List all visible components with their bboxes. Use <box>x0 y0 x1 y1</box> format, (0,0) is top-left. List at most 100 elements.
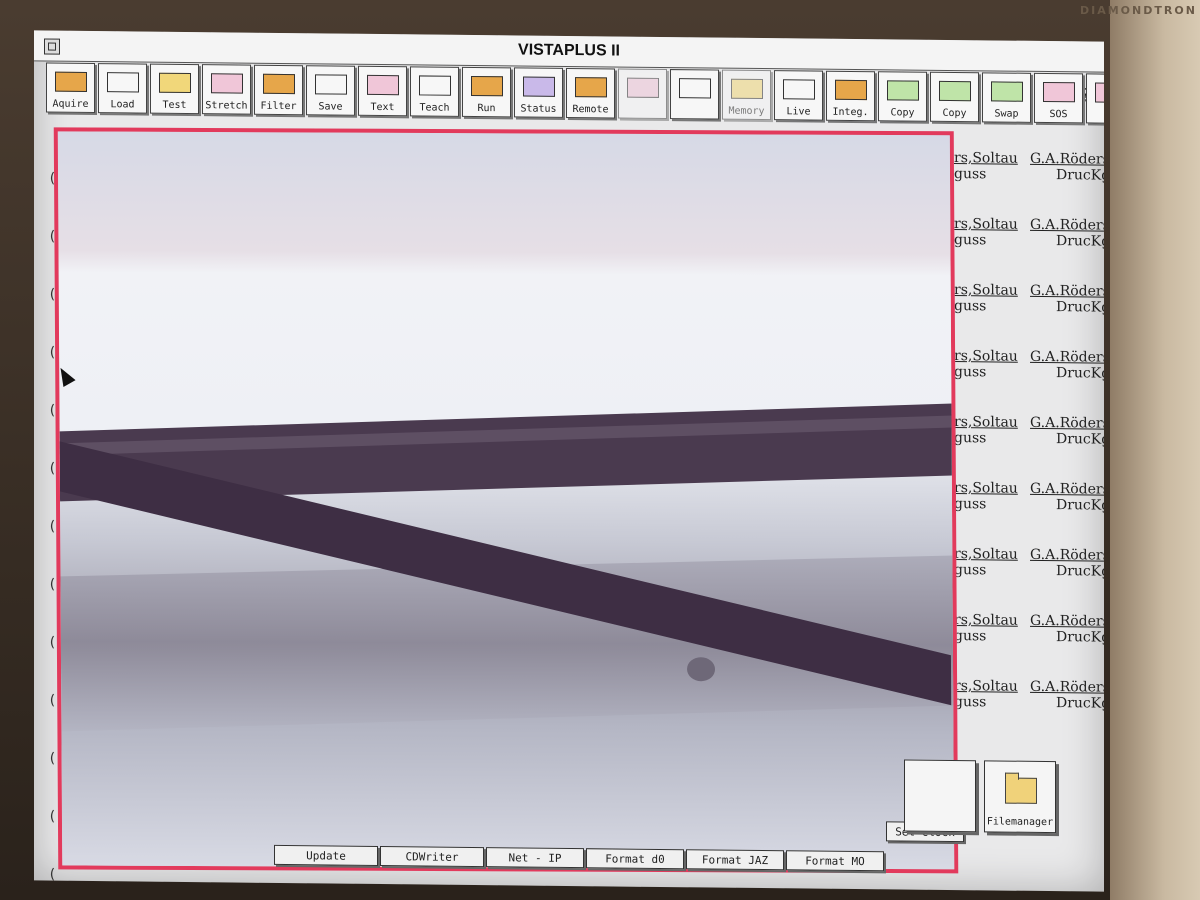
toolbar-label: Text <box>370 101 395 114</box>
file-entry-name: G.A.Röders,S <box>1030 414 1104 432</box>
file-entry[interactable]: G.A.Röders,S DrucKguss <box>1030 415 1104 448</box>
file-entry[interactable]: rs,Soltau guss <box>954 282 1018 315</box>
swap-icon <box>989 78 1025 104</box>
toolbar-button-status[interactable]: Status <box>514 67 563 118</box>
file-entry[interactable]: rs,Soltau guss <box>954 216 1018 249</box>
toolbar-label: Aquire <box>52 98 89 110</box>
file-entry-type: guss <box>954 430 987 447</box>
toolbar-button-teach[interactable]: Teach <box>410 66 459 117</box>
file-entry[interactable]: G.A.Röders,S DrucKguss <box>1030 349 1104 382</box>
teach-icon <box>417 72 453 98</box>
file-entry-type: DrucKguss <box>1056 497 1104 514</box>
file-entry-name: G.A.Röders,S <box>1030 546 1104 564</box>
icon-shape <box>731 78 763 100</box>
icon-shape <box>315 74 347 95</box>
file-entry[interactable]: rs,Soltau guss <box>954 150 1018 183</box>
file-entry[interactable]: G.A.Röders,S DrucKguss <box>1030 481 1104 514</box>
button-format-mo[interactable]: Format MO <box>786 850 884 872</box>
main-toolbar: Aquire Load Test Stretch Filter Save Text Teach… <box>46 62 1104 126</box>
file-entry-name: rs,Soltau <box>954 216 1018 233</box>
toolbar-button-test[interactable]: Test <box>150 63 199 115</box>
folder-icon <box>1005 777 1037 804</box>
toolbar-button-swap[interactable]: Swap <box>982 72 1031 123</box>
file-entry-name: rs,Soltau <box>954 480 1018 497</box>
file-entry-name: rs,Soltau <box>954 546 1018 563</box>
memory-icon <box>729 76 765 102</box>
list-marker: ( <box>48 634 57 651</box>
acquire-icon <box>53 69 89 95</box>
file-entry-name: G.A.Röders,S <box>1030 612 1104 630</box>
toolbar-button-text[interactable]: Text <box>358 65 407 117</box>
toolbar-button-live[interactable]: Live <box>774 70 823 121</box>
toolbar-button-save[interactable]: Save <box>306 65 355 116</box>
toolbar-button-histogram[interactable] <box>618 68 667 120</box>
copy-up-icon <box>937 78 973 104</box>
toolbar-label: Copy <box>890 107 915 119</box>
sader-panel-icon <box>1093 79 1104 105</box>
file-entry[interactable]: G.A.Röders,S DrucKguss <box>1030 547 1104 580</box>
copy-down-icon <box>885 77 921 103</box>
file-entry[interactable]: G.A.Röders,S DrucKguss <box>1030 283 1104 316</box>
file-entry[interactable]: G.A.Röders,S DrucKguss <box>1030 151 1104 184</box>
icon-shape <box>419 75 451 96</box>
toolbar-label: Remote <box>572 104 609 116</box>
toolbar-label: Run <box>477 103 496 115</box>
file-entry[interactable]: rs,Soltau guss <box>954 480 1018 513</box>
file-entry[interactable]: rs,Soltau guss <box>954 546 1018 579</box>
button-cdwriter[interactable]: CDWriter <box>380 846 484 868</box>
filemanager-label: Filemanager <box>986 816 1054 829</box>
toolbar-button-sader-panel[interactable] <box>1086 73 1104 124</box>
file-entry-type: guss <box>954 298 987 315</box>
file-entry-name: G.A.Röders,S <box>1030 348 1104 366</box>
button-net-ip[interactable]: Net - IP <box>486 847 584 869</box>
file-entry-type: guss <box>954 628 987 645</box>
toolbar-button-stretch[interactable]: Stretch <box>202 64 251 115</box>
xray-image-window[interactable] <box>53 127 959 874</box>
toolbar-label: Filter <box>260 100 297 113</box>
icon-shape <box>159 72 191 94</box>
button-format-d0[interactable]: Format d0 <box>586 848 684 870</box>
remote-icon <box>573 74 609 100</box>
toolbar-label: Stretch <box>205 100 248 112</box>
sos-lifebuoy-icon <box>1041 79 1077 105</box>
file-entry[interactable]: G.A.Röders,S DrucKguss <box>1030 217 1104 250</box>
toolbar-button-load[interactable]: Load <box>98 63 147 114</box>
app-title: VISTAPLUS II <box>518 41 620 60</box>
monitor-bezel-right <box>1110 0 1200 900</box>
file-entry-type: guss <box>954 694 987 711</box>
blank-big-button[interactable] <box>904 759 976 833</box>
file-entry[interactable]: G.A.Röders,S DrucKguss <box>1030 613 1104 646</box>
toolbar-button-remote[interactable]: Remote <box>566 67 615 119</box>
file-entry[interactable]: G.A.Röders,S DrucKguss <box>1030 679 1104 712</box>
file-entry[interactable]: rs,Soltau guss <box>954 678 1018 711</box>
icon-shape <box>107 72 139 93</box>
toolbar-label: Swap <box>994 108 1019 120</box>
toolbar-button-filter[interactable]: Filter <box>254 64 303 116</box>
icon-shape <box>523 76 555 97</box>
toolbar-button-integ[interactable]: Integ. <box>826 70 875 122</box>
toolbar-button-run[interactable]: Run <box>462 66 511 118</box>
file-entry[interactable]: rs,Soltau guss <box>954 414 1018 447</box>
monitor-brand: DIAMONDTRON <box>1080 4 1197 17</box>
file-entry-type: DrucKguss <box>1056 233 1104 250</box>
toolbar-button-memory[interactable]: Memory <box>722 69 771 121</box>
file-entry-name: rs,Soltau <box>954 414 1018 431</box>
icon-shape <box>1043 81 1075 103</box>
file-entry[interactable]: rs,Soltau guss <box>954 612 1018 645</box>
toolbar-button-copy[interactable]: Copy <box>878 71 927 122</box>
toolbar-button-sos[interactable]: SOS <box>1034 72 1083 124</box>
icon-shape <box>627 77 659 98</box>
file-entry[interactable]: rs,Soltau guss <box>954 348 1018 381</box>
filemanager-button[interactable]: Filemanager <box>984 760 1056 834</box>
toolbar-button-copy-up[interactable]: Copy <box>930 71 979 123</box>
button-update[interactable]: Update <box>274 844 378 866</box>
icon-shape <box>55 71 87 92</box>
live-icon <box>781 76 817 102</box>
file-entry-type: guss <box>954 364 987 381</box>
icon-shape <box>679 78 711 99</box>
toolbar-button-aquire[interactable]: Aquire <box>46 62 95 114</box>
toolbar-button-undo[interactable] <box>670 69 719 120</box>
file-entry-type: guss <box>954 166 987 183</box>
button-format-jaz[interactable]: Format JAZ <box>686 849 784 871</box>
toolbar-label: SOS <box>1049 109 1068 121</box>
